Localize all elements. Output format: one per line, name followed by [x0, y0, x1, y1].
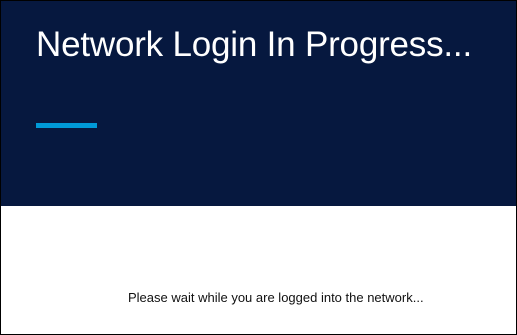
header-banner: Network Login In Progress... [1, 1, 516, 206]
page-title: Network Login In Progress... [36, 25, 472, 64]
login-progress-window: Network Login In Progress... Please wait… [0, 0, 517, 335]
status-message: Please wait while you are logged into th… [128, 290, 424, 305]
accent-underline [36, 123, 97, 128]
